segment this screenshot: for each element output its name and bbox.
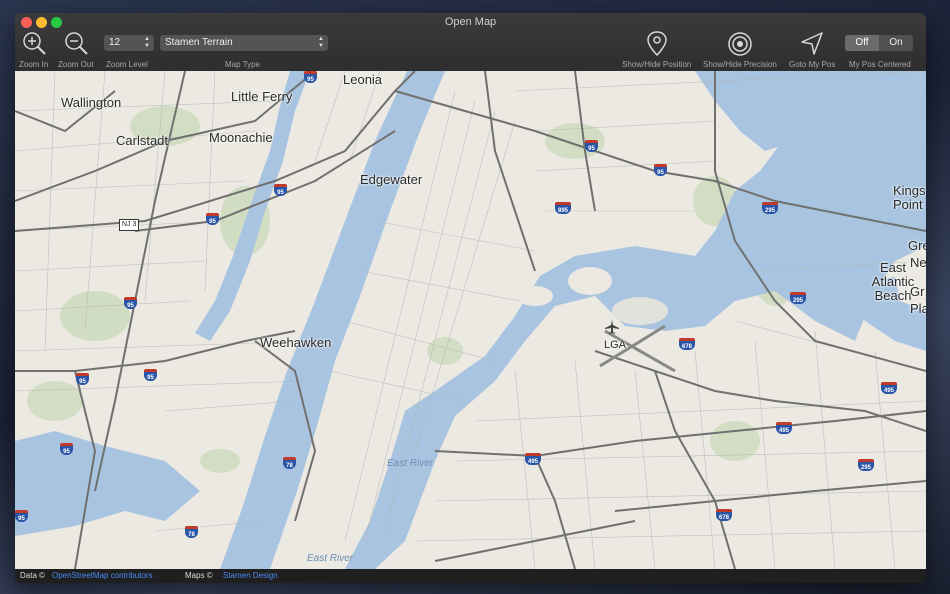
maps-attribution-label: Maps ©	[185, 571, 213, 580]
route-shield: 95	[144, 369, 157, 381]
place-label: Little Ferry	[231, 89, 293, 104]
route-shield: 78	[283, 457, 296, 469]
data-attribution-label: Data ©	[20, 571, 46, 580]
goto-my-pos-label: Goto My Pos	[789, 60, 836, 69]
route-shield: 95	[274, 184, 287, 196]
zoom-level-label: Zoom Level	[106, 60, 148, 69]
state-route-sign: NJ 3	[119, 219, 140, 231]
place-label: Moonachie	[209, 130, 273, 145]
goto-my-pos-button[interactable]: Goto My Pos	[789, 30, 835, 69]
water-label: East River	[387, 458, 434, 469]
zoom-out-button[interactable]: Zoom Out	[58, 30, 94, 69]
route-shield: 895	[555, 202, 571, 214]
airport-icon	[605, 320, 619, 334]
place-label: Kings Point	[893, 183, 926, 212]
map-view[interactable]: Wallington Little Ferry Leonia Carlstadt…	[15, 71, 926, 569]
route-shield: 495	[776, 422, 792, 434]
location-pin-icon	[646, 31, 667, 57]
place-label: Weehawken	[260, 335, 332, 350]
route-shield: 95	[654, 164, 667, 176]
precision-target-icon	[728, 32, 752, 56]
stamen-design-link[interactable]: Stamen Design	[223, 569, 278, 583]
stepper-arrows-icon[interactable]: ▲ ▼	[144, 36, 150, 50]
pos-centered-off[interactable]: Off	[845, 35, 879, 51]
place-label: Edgewater	[360, 172, 423, 187]
route-shield: 95	[124, 297, 137, 309]
zoom-out-icon	[65, 32, 88, 55]
pos-centered-toggle[interactable]: Off On	[845, 35, 913, 51]
place-label: Leonia	[343, 72, 383, 87]
route-shield: 78	[185, 526, 198, 538]
app-window: Open Map Zoom In Zoom Out 12 ▲ ▼ Zoom Lev…	[15, 13, 926, 583]
map-type-value: Stamen Terrain	[165, 37, 233, 48]
route-shield: 95	[304, 71, 317, 83]
map-type-select[interactable]: Stamen Terrain ▲ ▼	[160, 35, 328, 51]
route-shield: 678	[716, 509, 732, 521]
window-title: Open Map	[444, 16, 497, 28]
route-shield: 95	[76, 373, 89, 385]
show-precision-label: Show/Hide Precision	[703, 60, 777, 69]
place-label: Gr	[910, 284, 925, 299]
navigation-arrow-icon	[801, 32, 823, 55]
show-position-button[interactable]: Show/Hide Position	[622, 30, 691, 69]
route-shield: 95	[206, 213, 219, 225]
pos-centered-on[interactable]: On	[879, 35, 913, 51]
route-shield: 295	[790, 292, 806, 304]
route-shield: 95	[15, 510, 28, 522]
route-shield: 295	[762, 202, 778, 214]
select-arrows-icon: ▲ ▼	[318, 36, 324, 49]
attribution-bar: Data © OpenStreetMap contributors Maps ©…	[15, 569, 926, 583]
show-precision-button[interactable]: Show/Hide Precision	[703, 30, 777, 69]
zoom-in-button[interactable]: Zoom In	[19, 30, 48, 69]
zoom-level-value: 12	[109, 37, 121, 48]
toolbar: Open Map Zoom In Zoom Out 12 ▲ ▼ Zoom Lev…	[15, 13, 926, 72]
show-position-label: Show/Hide Position	[622, 60, 692, 69]
zoom-out-label: Zoom Out	[58, 60, 94, 69]
route-shield: 95	[60, 443, 73, 455]
airport-label: LGA	[604, 339, 627, 351]
place-label: Carlstadt	[116, 133, 169, 148]
pos-centered-label: My Pos Centered	[849, 60, 911, 69]
route-shield: 295	[858, 459, 874, 471]
route-shield: 495	[881, 382, 897, 394]
place-label: Wallington	[61, 95, 122, 110]
place-label: Gre	[908, 238, 926, 253]
map-type-label: Map Type	[225, 60, 260, 69]
route-shield: 95	[585, 140, 598, 152]
water-label: East River	[307, 553, 354, 564]
openstreetmap-link[interactable]: OpenStreetMap contributors	[52, 569, 153, 583]
zoom-in-label: Zoom In	[19, 60, 49, 69]
zoom-in-icon	[22, 32, 46, 55]
place-label: Pla	[910, 301, 926, 316]
route-shield: 495	[525, 453, 541, 465]
place-label: Ne	[910, 255, 926, 270]
zoom-level-stepper[interactable]: 12 ▲ ▼	[104, 35, 154, 51]
route-shield: 678	[679, 338, 695, 350]
